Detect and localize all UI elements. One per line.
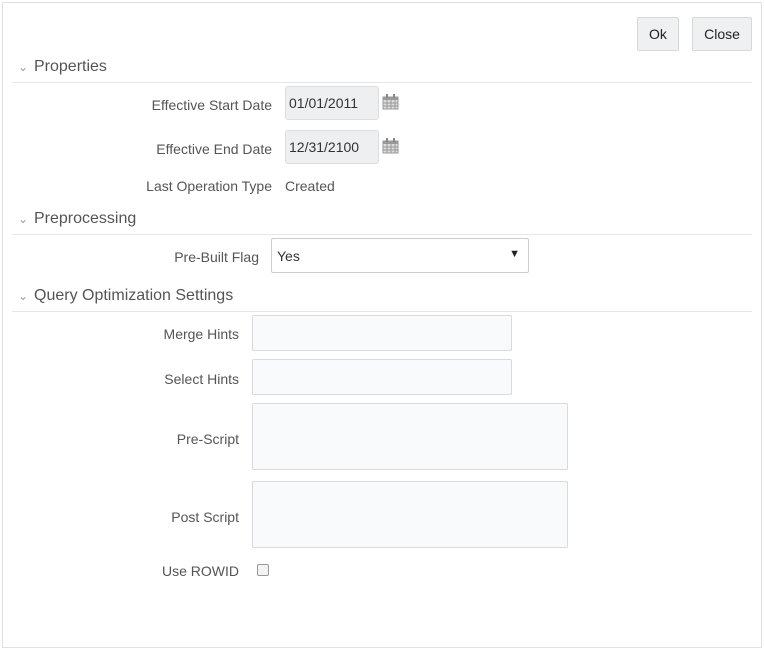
effective-end-date-field[interactable]: 12/31/2100 <box>285 130 379 164</box>
last-operation-type-label: Last Operation Type <box>146 178 272 194</box>
chevron-down-icon: ⌄ <box>18 60 29 74</box>
ok-button[interactable]: Ok <box>637 17 679 51</box>
select-hints-label: Select Hints <box>164 371 239 387</box>
post-script-textarea[interactable] <box>252 481 568 548</box>
section-title: Properties <box>34 58 107 75</box>
selected-value: Yes <box>277 248 300 264</box>
pre-script-textarea[interactable] <box>252 403 568 470</box>
section-query-optimization[interactable]: ⌄ Query Optimization Settings <box>12 287 752 312</box>
section-properties[interactable]: ⌄ Properties <box>12 58 752 83</box>
last-operation-type-value: Created <box>285 178 335 194</box>
effective-end-date-label: Effective End Date <box>156 141 272 157</box>
merge-hints-input[interactable] <box>252 315 512 351</box>
use-rowid-label: Use ROWID <box>162 563 239 579</box>
merge-hints-label: Merge Hints <box>163 326 239 342</box>
chevron-down-icon: ⌄ <box>18 212 29 226</box>
pre-built-flag-label: Pre-Built Flag <box>174 249 259 265</box>
post-script-label: Post Script <box>171 509 239 525</box>
pre-script-label: Pre-Script <box>176 431 239 447</box>
section-title: Query Optimization Settings <box>34 287 234 304</box>
effective-start-date-field[interactable]: 01/01/2011 <box>285 86 379 120</box>
dropdown-arrow-icon: ▼ <box>509 248 520 260</box>
calendar-icon[interactable] <box>382 94 399 110</box>
use-rowid-checkbox[interactable] <box>257 564 269 576</box>
pre-built-flag-select[interactable]: Yes ▼ <box>271 238 529 273</box>
section-preprocessing[interactable]: ⌄ Preprocessing <box>12 210 752 235</box>
select-hints-input[interactable] <box>252 359 512 395</box>
effective-start-date-label: Effective Start Date <box>151 97 272 113</box>
calendar-icon[interactable] <box>382 138 399 154</box>
chevron-down-icon: ⌄ <box>18 289 29 303</box>
close-button[interactable]: Close <box>692 17 752 51</box>
section-title: Preprocessing <box>34 210 137 227</box>
